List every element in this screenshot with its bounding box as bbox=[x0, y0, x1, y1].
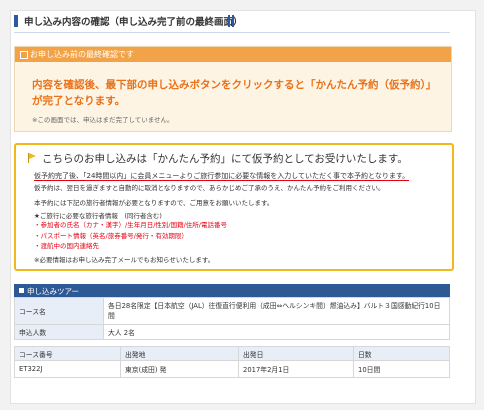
departure-place: 東京(成田) 発 bbox=[120, 360, 239, 378]
table-row: ET322J 東京(成田) 発 2017年2月1日 10日間 bbox=[14, 360, 450, 378]
square-icon bbox=[19, 288, 24, 293]
title-divider bbox=[14, 32, 450, 33]
column-header: 出発日 bbox=[238, 346, 354, 361]
title-end-marker bbox=[228, 15, 234, 27]
column-header: コース番号 bbox=[14, 346, 121, 361]
booking-line-1: 仮予約完了後、「24時間以内」に会員メニューよりご旅行参加に必要な情報を入力して… bbox=[34, 171, 410, 181]
square-icon bbox=[20, 51, 28, 59]
notice-sub-text: ※この画面では、申込はまだ完了していません。 bbox=[32, 116, 174, 124]
table-row: コース名 各日28名限定【日本航空（JAL）往復直行便利用（成田⇔ヘルシンキ間）… bbox=[14, 297, 450, 325]
list-item: ・パスポート情報（英名/旅券番号/発行・有効期限） bbox=[34, 231, 188, 240]
table-header-row: コース番号 出発地 出発日 日数 bbox=[14, 346, 450, 361]
list-item: ・参加者の氏名（カナ・漢字）/生年月日/性別/国籍/住所/電話番号 bbox=[34, 221, 227, 229]
final-check-notice: お申し込み前の最終確認です 内容を確認後、最下部の申し込みボタンをクリックすると… bbox=[14, 46, 452, 132]
table-row: 申込人数 大人 2名 bbox=[14, 324, 450, 340]
title-accent-bar bbox=[14, 15, 18, 27]
tour-detail-table: コース番号 出発地 出発日 日数 ET322J 東京(成田) 発 2017年2月… bbox=[14, 346, 450, 378]
tour-section-title: 申し込みツアー bbox=[27, 287, 80, 296]
underlined-deadline-text: 仮予約完了後、「24時間以内」に会員メニューよりご旅行参加に必要な情報を入力して… bbox=[34, 172, 410, 181]
list-item: ・渡航中の国内連絡先 bbox=[34, 242, 99, 250]
course-number: ET322J bbox=[14, 360, 121, 378]
duration: 10日間 bbox=[353, 360, 450, 378]
booking-line-2: 仮予約は、翌日を過ぎますと自動的に取消となりますので、あらかじめご了承のうえ、か… bbox=[34, 184, 385, 192]
booking-note: ※必要情報はお申し込み完了メールでもお知らせいたします。 bbox=[34, 256, 215, 264]
course-label: コース名 bbox=[14, 297, 104, 325]
course-value: 各日28名限定【日本航空（JAL）往復直行便利用（成田⇔ヘルシンキ間）燃油込み】… bbox=[103, 297, 450, 325]
page-header: 申し込み内容の確認（申し込み完了前の最終画面） bbox=[14, 14, 243, 28]
tour-info-table: コース名 各日28名限定【日本航空（JAL）往復直行便利用（成田⇔ヘルシンキ間）… bbox=[14, 297, 450, 340]
easy-booking-box: こちらのお申し込みは「かんたん予約」にて仮予約としてお受けいたします。 仮予約完… bbox=[14, 143, 454, 271]
people-label: 申込人数 bbox=[14, 324, 104, 340]
column-header: 出発地 bbox=[120, 346, 239, 361]
tour-section-header: 申し込みツアー bbox=[14, 284, 450, 297]
notice-heading: お申し込み前の最終確認です bbox=[30, 50, 134, 59]
flag-icon bbox=[28, 153, 38, 163]
people-value: 大人 2名 bbox=[103, 324, 450, 340]
column-header: 日数 bbox=[353, 346, 450, 361]
departure-date: 2017年2月1日 bbox=[238, 360, 354, 378]
required-info-list: ・参加者の氏名（カナ・漢字）/生年月日/性別/国籍/住所/電話番号 ・パスポート… bbox=[34, 220, 227, 252]
required-info-heading: ★ご旅行に必要な旅行者情報 (同行者含む) bbox=[34, 212, 162, 220]
booking-box-title: こちらのお申し込みは「かんたん予約」にて仮予約としてお受けいたします。 bbox=[42, 153, 408, 165]
notice-main-text: 内容を確認後、最下部の申し込みボタンをクリックすると「かんたん予約（仮予約）」が… bbox=[32, 79, 437, 107]
booking-line-3: 本予約には下記の旅行者情報が必要となりますので、ご用意をお願いいたします。 bbox=[34, 199, 274, 207]
notice-header: お申し込み前の最終確認です bbox=[15, 47, 451, 62]
page-title: 申し込み内容の確認（申し込み完了前の最終画面） bbox=[24, 17, 243, 28]
